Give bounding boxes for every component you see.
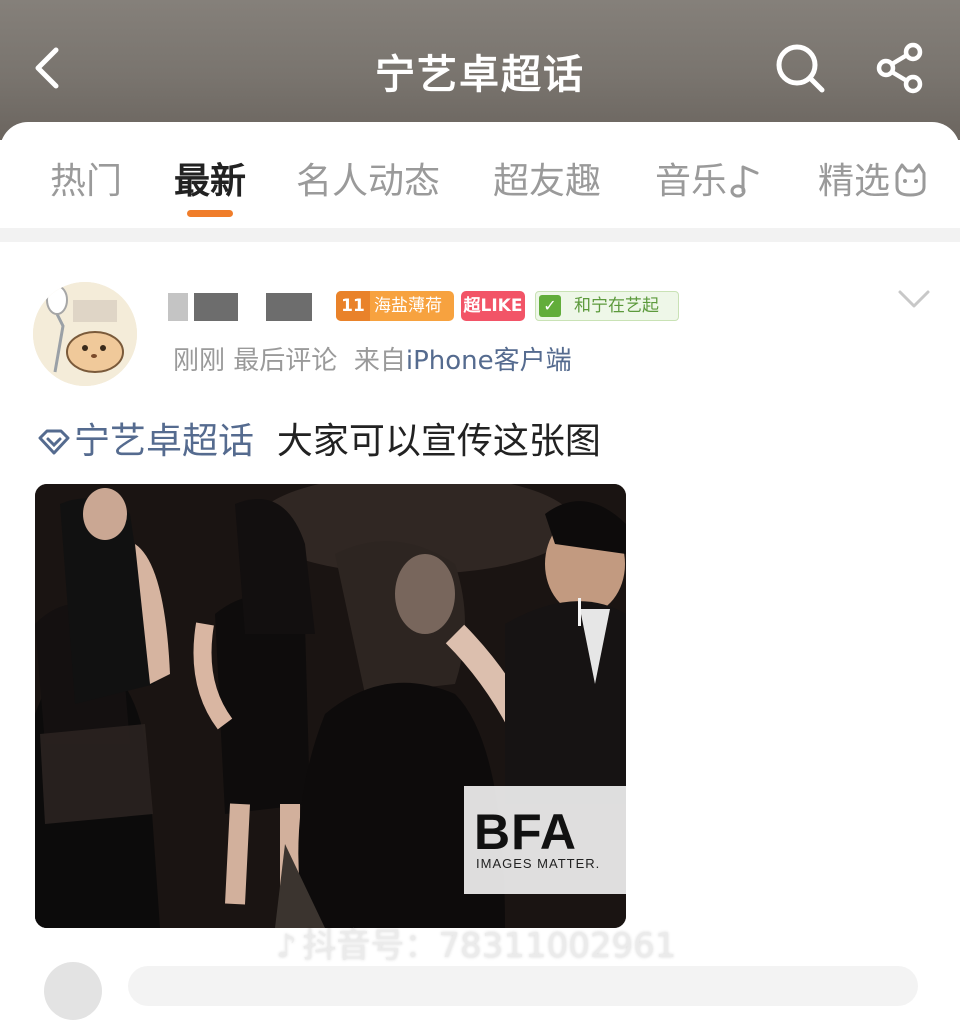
device-source[interactable]: iPhone客户端 (406, 346, 572, 376)
chevron-down-icon[interactable] (896, 286, 932, 312)
section-divider (0, 228, 960, 242)
post-text: 宁艺卓超话 大家可以宣传这张图 (36, 412, 601, 464)
search-icon[interactable] (772, 40, 828, 96)
top-bar: 宁艺卓超话 (0, 0, 960, 140)
tab-latest[interactable]: 最新 (174, 152, 246, 204)
tab-music[interactable]: 音乐 (655, 152, 765, 204)
active-tab-indicator (187, 210, 233, 217)
douyin-icon: ♪ (276, 927, 297, 965)
douyin-watermark: ♪ 抖音号：78311002961 (276, 926, 677, 966)
fan-level-badge[interactable]: 11 海盐薄荷 (336, 291, 454, 321)
last-comment-label: 最后评论 (233, 346, 338, 376)
tab-celebrity[interactable]: 名人动态 (296, 152, 440, 204)
tab-featured[interactable]: 精选 (818, 152, 928, 204)
source-label: 来自 (353, 346, 406, 376)
music-note-icon (730, 165, 759, 198)
tab-hot[interactable]: 热门 (50, 152, 122, 204)
share-icon[interactable] (872, 40, 928, 96)
next-post-avatar[interactable] (44, 962, 102, 1020)
diamond-icon (38, 429, 70, 455)
tab-fan-fun[interactable]: 超友趣 (493, 152, 601, 204)
bfa-tagline: IMAGES MATTER. (476, 856, 601, 871)
username-redacted[interactable] (168, 293, 316, 321)
super-like-badge[interactable]: 超LIKE (461, 291, 525, 321)
post-meta: 刚刚 最后评论 来自iPhone客户端 (173, 340, 572, 377)
topic-link[interactable]: 宁艺卓超话 (36, 421, 254, 462)
next-post-placeholder (128, 966, 918, 1006)
post-body: 大家可以宣传这张图 (276, 421, 601, 462)
post-time: 刚刚 (173, 346, 226, 376)
avatar[interactable] (33, 282, 137, 386)
bfa-logo: BFA (474, 804, 577, 860)
tab-bar: 热门 最新 名人动态 超友趣 音乐 精选 (0, 122, 960, 227)
event-badge[interactable]: ✓ 和宁在艺起 (535, 291, 679, 321)
cat-icon (895, 163, 926, 197)
check-icon: ✓ (539, 295, 561, 317)
